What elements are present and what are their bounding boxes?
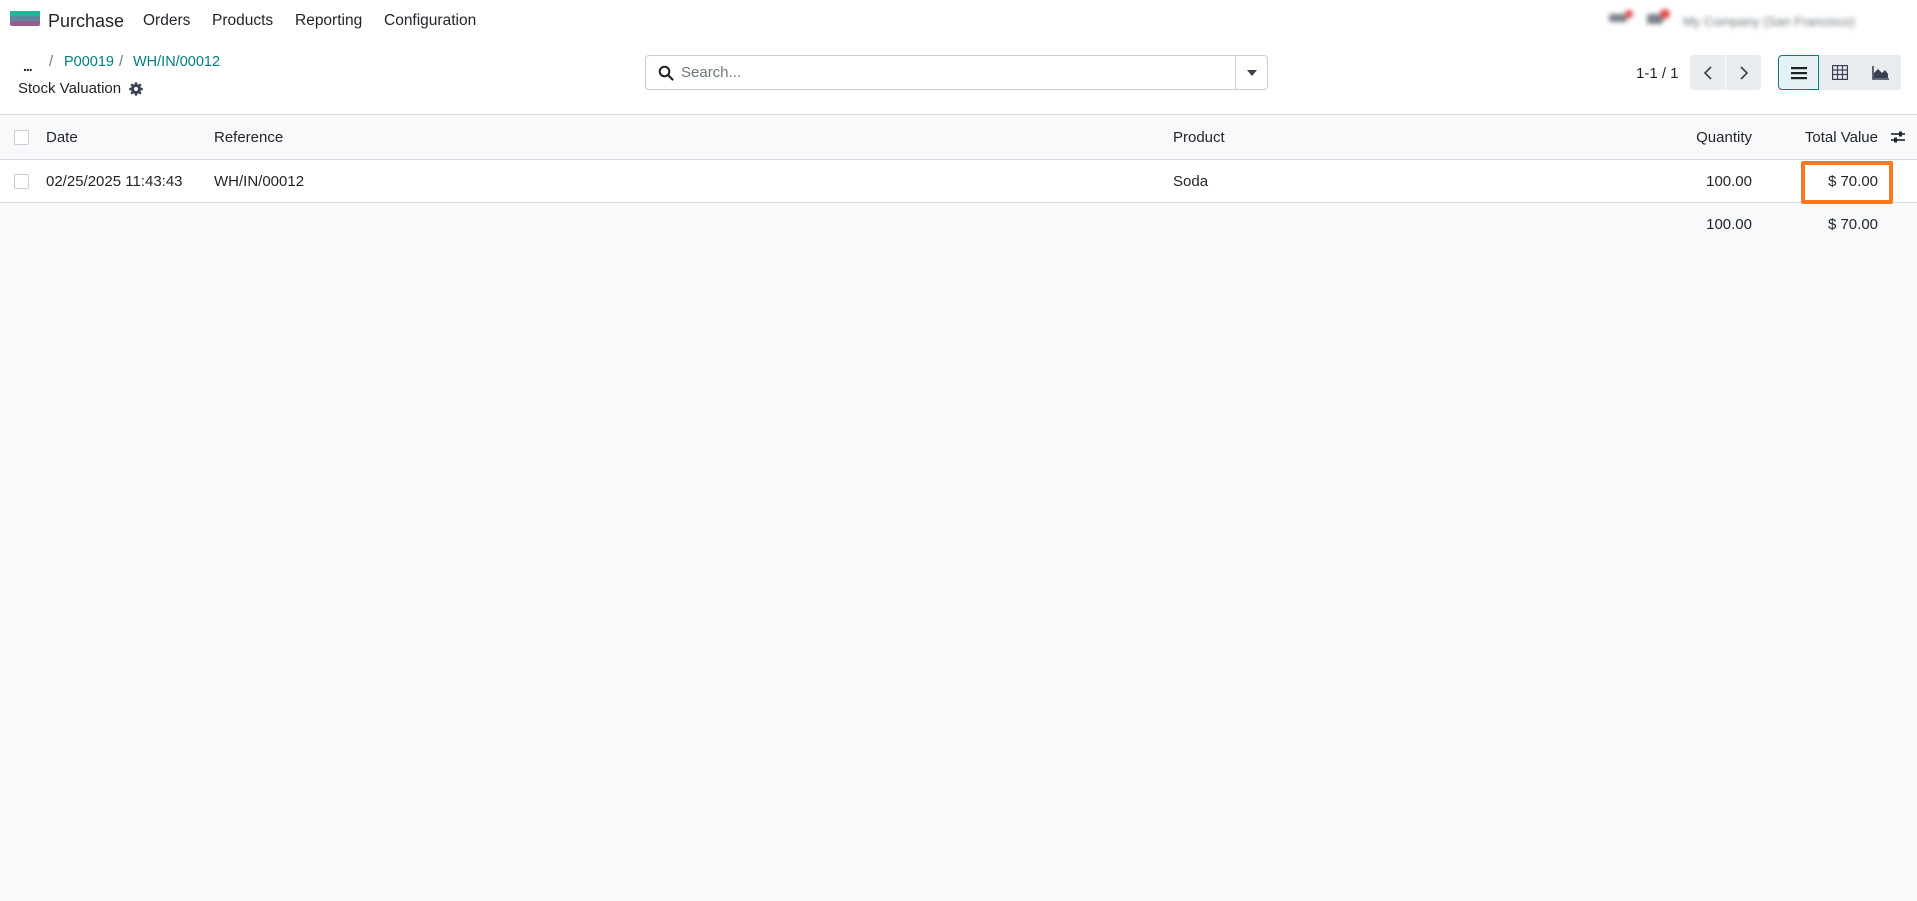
graph-view-button[interactable] (1860, 55, 1901, 90)
breadcrumb-separator: / (119, 54, 124, 70)
breadcrumb-receipt[interactable]: WH/IN/00012 (133, 54, 220, 70)
list-icon (1790, 66, 1807, 79)
highlight-box (1801, 161, 1893, 204)
breadcrumb-separator: / (49, 54, 54, 70)
activity-icon[interactable] (1609, 10, 1633, 24)
column-header-reference[interactable]: Reference (214, 115, 514, 159)
search-icon (658, 65, 674, 81)
pager-previous-button[interactable] (1690, 55, 1725, 90)
cell-quantity: 100.00 (1706, 172, 1752, 190)
systray: My Company (San Francisco) (1587, 0, 1917, 44)
control-panel: ... / P00019 / WH/IN/00012 Stock Valuati… (0, 44, 1917, 115)
row-checkbox[interactable] (14, 174, 29, 189)
search-input[interactable] (681, 56, 1221, 89)
pager-next-button[interactable] (1726, 55, 1761, 90)
page-title: Stock Valuation (18, 80, 122, 97)
column-header-quantity[interactable]: Quantity (1600, 115, 1752, 159)
column-header-total-value[interactable]: Total Value (1760, 115, 1878, 159)
optional-columns-icon[interactable] (1890, 129, 1906, 145)
messages-icon[interactable] (1647, 9, 1671, 25)
company-switcher[interactable]: My Company (San Francisco) (1683, 14, 1855, 29)
search-options-toggle[interactable] (1235, 56, 1267, 89)
menu-products[interactable]: Products (212, 12, 273, 30)
pivot-table-icon (1831, 65, 1848, 80)
cell-date: 02/25/2025 11:43:43 (46, 172, 183, 190)
app-name[interactable]: Purchase (48, 11, 124, 32)
select-all-checkbox[interactable] (14, 130, 29, 145)
column-header-product[interactable]: Product (1173, 115, 1373, 159)
total-quantity: 100.00 (1706, 216, 1752, 233)
gear-icon[interactable] (128, 81, 144, 97)
cell-reference: WH/IN/00012 (214, 172, 305, 190)
menu-configuration[interactable]: Configuration (384, 12, 476, 30)
breadcrumb-ellipsis[interactable]: ... (23, 58, 33, 74)
breadcrumb-purchase-order[interactable]: P00019 (64, 54, 114, 70)
area-chart-icon (1871, 65, 1889, 80)
list-view-button[interactable] (1778, 55, 1819, 90)
table-footer-totals: 100.00 $ 70.00 (0, 203, 1917, 246)
total-value-sum: $ 70.00 (1827, 216, 1878, 233)
table-row[interactable]: 02/25/2025 11:43:43 WH/IN/00012 Soda 100… (0, 160, 1917, 203)
search-bar (645, 55, 1268, 90)
top-navbar: Purchase Orders Products Reporting Confi… (0, 0, 1917, 44)
pivot-view-button[interactable] (1819, 55, 1860, 90)
stock-valuation-table: Date Reference Product Quantity Total Va… (0, 115, 1917, 246)
menu-reporting[interactable]: Reporting (295, 12, 362, 30)
table-header: Date Reference Product Quantity Total Va… (0, 115, 1917, 160)
menu-orders[interactable]: Orders (143, 12, 190, 30)
chevron-right-icon (1739, 65, 1748, 80)
pager-value[interactable]: 1-1 / 1 (1636, 65, 1679, 82)
chevron-left-icon (1703, 65, 1712, 80)
cell-product: Soda (1173, 172, 1209, 190)
app-menu-icon[interactable] (10, 11, 40, 31)
caret-down-icon (1246, 69, 1257, 76)
column-header-date[interactable]: Date (46, 115, 206, 159)
